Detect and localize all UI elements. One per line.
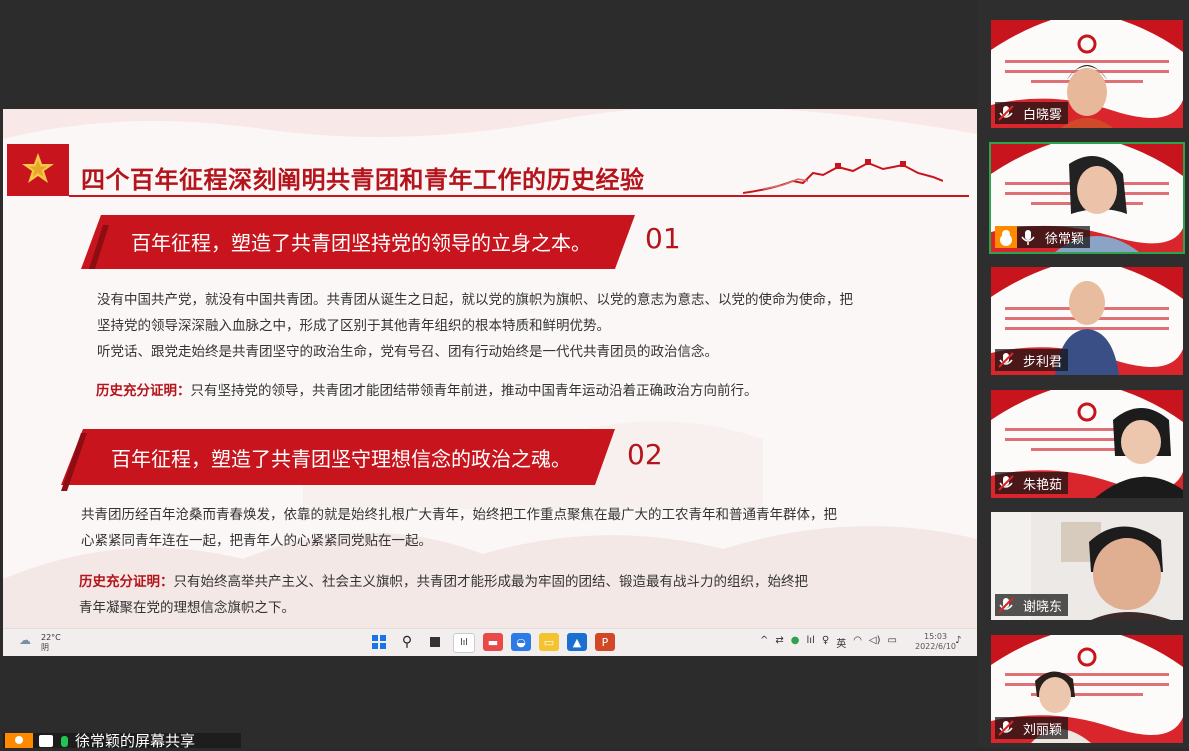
- participant-name: 朱艳茹: [1023, 477, 1063, 493]
- section-1-body: 没有中国共产党，就没有中国共青团。共青团从诞生之日起，就以党的旗帜为旗帜、以党的…: [97, 287, 853, 365]
- mic-muted-icon: [995, 594, 1017, 616]
- cloud-icon: ☁: [19, 633, 31, 647]
- section-1-number: 01: [645, 222, 681, 255]
- participant-panel: 白晓雾 徐常颖 步利君 朱艳茹 谢晓东 刘丽颖: [977, 0, 1189, 748]
- participant-name: 徐常颖: [1045, 231, 1085, 247]
- weather-widget[interactable]: ☁ 22°C 阴: [19, 633, 61, 653]
- participant-name-tag: 朱艳茹: [995, 472, 1069, 494]
- participant-name-tag: 刘丽颖: [995, 717, 1069, 739]
- evidence-label: 历史充分证明：: [96, 383, 191, 399]
- microphone-icon[interactable]: ♀: [822, 635, 829, 650]
- participant-name: 刘丽颖: [1023, 722, 1063, 738]
- great-wall-decoration: [743, 159, 943, 194]
- section-1-line: 听党话、跟党走始终是共青团坚守的政治生命，党有号召、团有行动始终是一代代共青团员…: [97, 344, 718, 360]
- star-icon: [22, 153, 54, 183]
- participant-name-tag: 步利君: [995, 349, 1069, 371]
- host-icon: [995, 226, 1017, 248]
- photos-app-icon[interactable]: ▲: [567, 633, 587, 651]
- sync-icon[interactable]: ⇄: [775, 635, 783, 650]
- clock[interactable]: 15:03 2022/6/10: [915, 632, 956, 652]
- section-2-heading: 百年征程，塑造了共青团坚守理想信念的政治之魂。: [111, 447, 571, 471]
- powerpoint-icon[interactable]: P: [595, 633, 615, 651]
- host-icon: [5, 733, 33, 748]
- clock-time: 15:03: [923, 632, 948, 641]
- section-2-line: 心紧紧同青年连在一起，把青年人的心紧紧同党贴在一起。: [81, 533, 432, 549]
- participant-name: 步利君: [1023, 354, 1063, 370]
- screen-share-label-bar: 徐常颖的屏幕共享: [3, 732, 241, 750]
- section-2-line: 共青团历经百年沧桑而青春焕发，依靠的就是始终扎根广大青年，始终把工作重点聚焦在最…: [81, 507, 837, 523]
- mic-on-icon: [61, 736, 68, 747]
- mic-muted-icon: [995, 717, 1017, 739]
- meeting-tray-icon[interactable]: lıl: [807, 635, 815, 650]
- volume-icon[interactable]: ◁): [869, 635, 881, 650]
- mic-muted-icon: [995, 472, 1017, 494]
- participant-name-tag: 徐常颖: [995, 226, 1091, 248]
- participant-tile[interactable]: 步利君: [991, 267, 1183, 375]
- input-method-label[interactable]: 英: [836, 635, 846, 650]
- participant-tile[interactable]: 谢晓东: [991, 512, 1183, 620]
- participant-tile[interactable]: 朱艳茹: [991, 390, 1183, 498]
- section-2-number: 02: [627, 438, 663, 471]
- participant-tile[interactable]: 白晓雾: [991, 20, 1183, 128]
- section-1-evidence: 历史充分证明：只有坚持党的领导，共青团才能团结带领青年前进，推动中国青年运动沿着…: [96, 378, 758, 404]
- presentation-slide: 四个百年征程深刻阐明共青团和青年工作的历史经验 百年征程，塑造了共青团坚持党的领…: [3, 109, 977, 628]
- mic-on-icon: [1017, 226, 1039, 248]
- chat-app-icon[interactable]: ◒: [511, 633, 531, 651]
- windows-start-icon[interactable]: [369, 633, 389, 651]
- weather-temp: 22°C: [41, 633, 61, 642]
- evidence-label: 历史充分证明：: [79, 574, 174, 590]
- battery-icon[interactable]: ▭: [888, 635, 897, 650]
- mic-muted-icon: [995, 349, 1017, 371]
- windows-taskbar: ☁ 22°C 阴 ⚲ lıl ▬ ◒ ▭ ▲ P ^ ⇄ ● lıl ♀ 英 ◠…: [3, 628, 977, 656]
- participant-tile[interactable]: 刘丽颖: [991, 635, 1183, 743]
- star-badge: [7, 144, 69, 196]
- participant-tile-active[interactable]: 徐常颖: [989, 142, 1185, 254]
- section-1-line: 坚持党的领导深深融入血脉之中，形成了区别于其他青年组织的根本特质和鲜明优势。: [97, 318, 610, 334]
- section-2-body: 共青团历经百年沧桑而青春焕发，依靠的就是始终扎根广大青年，始终把工作重点聚焦在最…: [81, 502, 837, 554]
- chevron-up-icon[interactable]: ^: [760, 635, 768, 650]
- meeting-app-icon[interactable]: lıl: [453, 633, 475, 653]
- shared-screen-area: 四个百年征程深刻阐明共青团和青年工作的历史经验 百年征程，塑造了共青团坚持党的领…: [0, 0, 977, 750]
- participant-name-tag: 白晓雾: [995, 102, 1069, 124]
- wechat-icon[interactable]: ●: [791, 635, 800, 650]
- section-2-evidence: 历史充分证明：只有始终高举共产主义、社会主义旗帜，共青团才能形成最为牢固的团结、…: [79, 569, 808, 621]
- weather-desc: 阴: [41, 643, 49, 652]
- section-1-ribbon: 百年征程，塑造了共青团坚持党的领导的立身之本。 01: [79, 213, 699, 269]
- system-tray: ^ ⇄ ● lıl ♀ 英 ◠ ◁) ▭: [760, 635, 897, 650]
- evidence-text: 青年凝聚在党的理想信念旗帜之下。: [79, 600, 295, 616]
- wifi-icon[interactable]: ◠: [853, 635, 862, 650]
- participant-name: 白晓雾: [1023, 107, 1063, 123]
- participant-name: 谢晓东: [1023, 599, 1063, 615]
- file-explorer-icon[interactable]: ▭: [539, 633, 559, 651]
- section-1-heading: 百年征程，塑造了共青团坚持党的领导的立身之本。: [131, 231, 591, 255]
- red-app-icon[interactable]: ▬: [483, 633, 503, 651]
- search-icon[interactable]: ⚲: [397, 633, 417, 651]
- share-screen-icon: [39, 735, 53, 747]
- slide-title: 四个百年征程深刻阐明共青团和青年工作的历史经验: [81, 166, 645, 194]
- clock-date: 2022/6/10: [915, 642, 957, 651]
- evidence-text: 只有坚持党的领导，共青团才能团结带领青年前进，推动中国青年运动沿着正确政治方向前…: [190, 383, 758, 399]
- evidence-text: 只有始终高举共产主义、社会主义旗帜，共青团才能形成最为牢固的团结、锻造最有战斗力…: [173, 574, 809, 590]
- taskbar-apps: ⚲ lıl ▬ ◒ ▭ ▲ P: [369, 633, 615, 653]
- section-1-line: 没有中国共产党，就没有中国共青团。共青团从诞生之日起，就以党的旗帜为旗帜、以党的…: [97, 292, 853, 308]
- notification-icon[interactable]: ♪: [955, 635, 961, 646]
- mic-muted-icon: [995, 102, 1017, 124]
- section-2-ribbon: 百年征程，塑造了共青团坚守理想信念的政治之魂。 02: [59, 427, 679, 491]
- participant-name-tag: 谢晓东: [995, 594, 1069, 616]
- task-view-icon[interactable]: [425, 633, 445, 651]
